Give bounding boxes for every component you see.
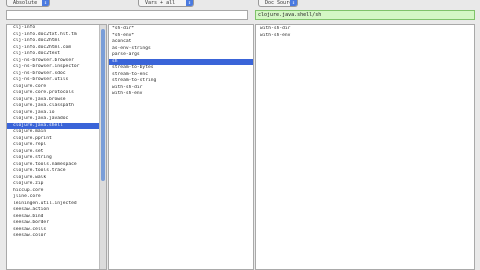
namespace-filter-popup[interactable]: Absolute ⇕ [6, 0, 50, 7]
doc-pane[interactable]: with-sh-dir with-sh-env [255, 24, 475, 270]
doc-line: with-sh-env [260, 32, 291, 38]
doc-search-input[interactable]: clojure.java.shell/sh [255, 10, 475, 20]
namespace-list-scrollbar[interactable] [99, 25, 106, 269]
var-list-item[interactable]: with-sh-env [109, 91, 253, 98]
popup-arrows-icon: ⇕ [290, 0, 297, 6]
namespace-search-input[interactable] [6, 10, 248, 20]
popup-arrows-icon: ⇕ [42, 0, 49, 6]
vars-list[interactable]: *sh-dir* *sh-env* aconcat as-env-strings par… [108, 24, 254, 270]
namespace-scroll-thumb[interactable] [101, 29, 105, 181]
namespace-list[interactable]: clj-info clj-info.doc2txt.hlt.tm clj-info.… [6, 24, 107, 270]
doc-search-text: clojure.java.shell/sh [258, 12, 322, 18]
namespace-filter-label: Absolute [13, 0, 38, 6]
namespace-list-item[interactable]: seesaw.color [7, 233, 106, 240]
popup-arrows-icon: ⇕ [186, 0, 193, 6]
source-popup[interactable]: Doc Source ⇕ [258, 0, 298, 7]
vars-filter-label: Vars + all [145, 0, 176, 6]
vars-filter-popup[interactable]: Vars + all ⇕ [138, 0, 194, 7]
